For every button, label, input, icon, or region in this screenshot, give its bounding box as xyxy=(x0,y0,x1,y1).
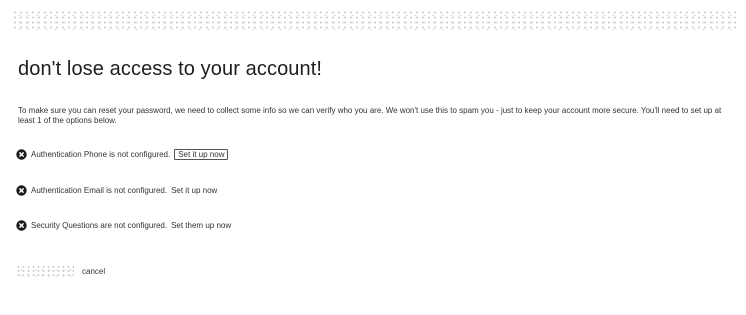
page-title: don't lose access to your account! xyxy=(18,58,323,80)
option-status-text: Authentication Email is not configured. xyxy=(31,185,168,195)
option-status-text: Authentication Phone is not configured. xyxy=(31,149,171,159)
intro-text: To make sure you can reset your password… xyxy=(18,106,722,125)
error-icon xyxy=(16,148,27,160)
faded-button[interactable] xyxy=(16,265,74,277)
option-status-text: Security Questions are not configured. xyxy=(31,220,168,230)
error-icon xyxy=(16,184,27,196)
option-authentication-email: Authentication Email is not configured. … xyxy=(16,183,217,197)
password-registration-page: don't lose access to your account! To ma… xyxy=(0,0,746,315)
header-banner xyxy=(12,10,737,30)
option-authentication-phone: Authentication Phone is not configured. … xyxy=(16,147,229,161)
setup-email-link[interactable]: Set it up now xyxy=(171,186,217,195)
setup-phone-link[interactable]: Set it up now xyxy=(174,148,229,160)
setup-questions-link[interactable]: Set them up now xyxy=(171,221,231,230)
error-icon xyxy=(16,219,27,231)
option-security-questions: Security Questions are not configured. S… xyxy=(16,218,231,232)
footer-actions: cancel xyxy=(16,265,105,277)
cancel-link[interactable]: cancel xyxy=(82,267,105,276)
